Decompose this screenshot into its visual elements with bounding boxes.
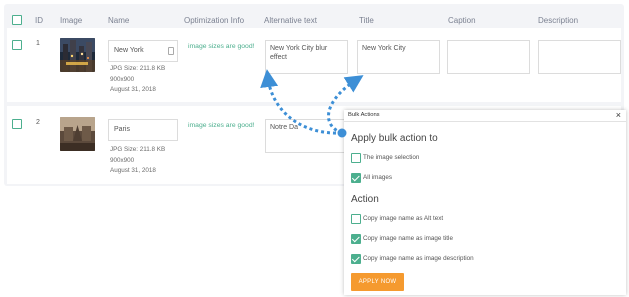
action-label: Copy image name as Alt text <box>363 215 444 222</box>
action-label: Copy image name as image description <box>363 255 474 262</box>
modal-title: Bulk Actions <box>348 112 380 118</box>
col-alt-text: Alternative text <box>264 16 317 25</box>
description-field[interactable] <box>538 40 621 74</box>
title-field[interactable]: New York City <box>357 40 440 74</box>
optimization-status: image sizes are good! <box>188 43 255 50</box>
edit-icon[interactable] <box>168 47 174 55</box>
dimensions: 900x900 <box>110 75 135 83</box>
col-image: Image <box>60 16 83 25</box>
thumbnail-new-york[interactable] <box>60 38 95 72</box>
alt-text-field[interactable]: Notre Da <box>265 119 348 153</box>
close-icon[interactable]: × <box>616 110 621 121</box>
apply-now-button[interactable]: APPLY NOW <box>351 273 404 291</box>
modal-header: Bulk Actions × <box>344 110 626 122</box>
image-meta: JPG Size: 211.8 KB 900x900 August 31, 20… <box>110 145 165 177</box>
all-images-checkbox[interactable] <box>351 173 361 183</box>
thumbnail-paris[interactable] <box>60 117 95 151</box>
image-meta: JPG Size: 211.8 KB 900x900 August 31, 20… <box>110 64 165 96</box>
col-optimization: Optimization Info <box>184 16 245 25</box>
action-label: Copy image name as image title <box>363 235 453 242</box>
image-description-checkbox[interactable] <box>351 254 361 264</box>
row-checkbox[interactable] <box>12 119 22 129</box>
row-checkbox[interactable] <box>12 40 22 50</box>
upload-date: August 31, 2018 <box>110 167 156 174</box>
bulk-actions-modal: Bulk Actions × Apply bulk action to The … <box>344 110 626 295</box>
apply-heading: Apply bulk action to <box>351 133 438 144</box>
name-input[interactable]: Paris <box>108 119 178 141</box>
option-label: All images <box>363 174 393 181</box>
row-id: 1 <box>36 40 40 47</box>
optimization-status: image sizes are good! <box>188 122 255 129</box>
col-title: Title <box>359 16 374 25</box>
table-row: 1 New York JPG Size: 211.8 KB 900x900 Au… <box>7 28 621 102</box>
upload-date: August 31, 2018 <box>110 86 156 93</box>
col-caption: Caption <box>448 16 476 25</box>
action-heading: Action <box>351 194 379 205</box>
file-size: JPG Size: 211.8 KB <box>110 65 166 72</box>
col-name: Name <box>108 16 130 25</box>
col-id: ID <box>35 16 43 25</box>
alt-text-field[interactable]: New York City blur effect <box>265 40 348 74</box>
alt-text-checkbox[interactable] <box>351 214 361 224</box>
image-title-checkbox[interactable] <box>351 234 361 244</box>
file-size: JPG Size: 211.8 KB <box>110 146 166 153</box>
option-label: The image selection <box>363 154 420 161</box>
name-input-value: New York <box>114 47 144 54</box>
dimensions: 900x900 <box>110 156 135 164</box>
image-selection-checkbox[interactable] <box>351 153 361 163</box>
row-id: 2 <box>36 119 40 126</box>
caption-field[interactable] <box>447 40 530 74</box>
col-description: Description <box>538 16 579 25</box>
select-all-checkbox[interactable] <box>12 15 22 25</box>
name-input-value: Paris <box>114 126 130 133</box>
name-input[interactable]: New York <box>108 40 178 62</box>
